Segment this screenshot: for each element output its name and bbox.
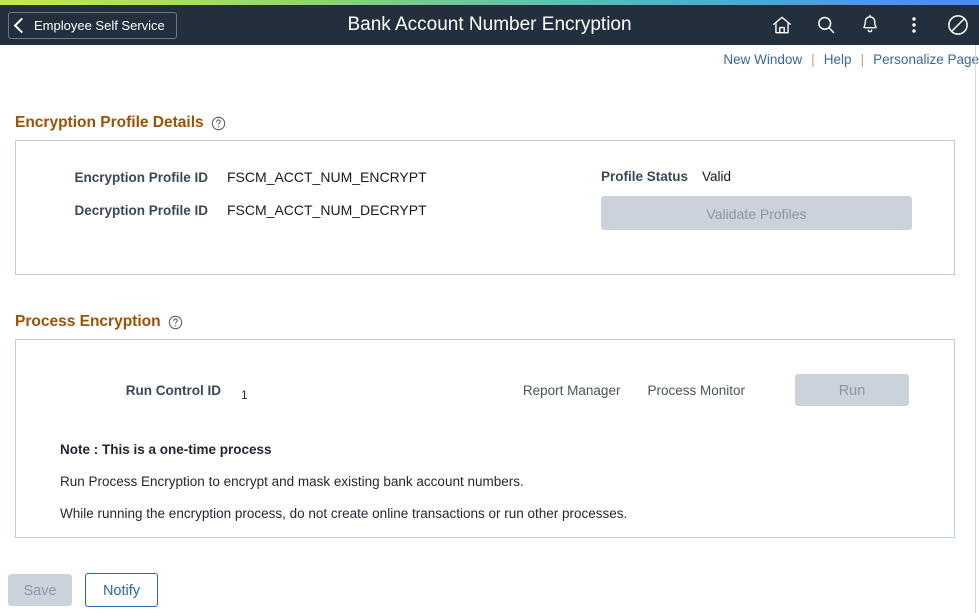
profile-id-fields: Encryption Profile ID FSCM_ACCT_NUM_ENCR… (16, 169, 601, 235)
search-icon[interactable] (813, 12, 839, 38)
encryption-profile-id-label: Encryption Profile ID (74, 170, 208, 185)
link-separator-2: | (860, 51, 865, 67)
notification-bell-icon[interactable] (857, 12, 883, 38)
note-line-2: While running the encryption process, do… (60, 506, 628, 521)
process-encryption-title: Process Encryption (15, 313, 161, 330)
decryption-profile-id-value: FSCM_ACCT_NUM_DECRYPT (227, 202, 427, 218)
help-circle-icon[interactable] (168, 315, 183, 330)
app-header: Employee Self Service Bank Account Numbe… (0, 5, 979, 45)
report-manager-link[interactable]: Report Manager (523, 383, 621, 398)
page-content: Encryption Profile Details Encryption Pr… (0, 72, 975, 613)
process-encryption-panel: Run Control ID 1 Report Manager Process … (15, 339, 955, 538)
notify-button[interactable]: Notify (85, 573, 158, 607)
profile-status-area: Profile Status Valid Validate Profiles (601, 169, 954, 235)
header-icon-group (769, 5, 971, 45)
footer-button-bar: Save Notify (8, 573, 158, 607)
process-action-group: Report Manager Process Monitor Run (523, 374, 954, 406)
encryption-profile-details-heading: Encryption Profile Details (0, 114, 975, 132)
link-separator-1: | (811, 51, 815, 67)
run-control-id-label: Run Control ID (125, 382, 221, 398)
new-window-link[interactable]: New Window (723, 52, 802, 67)
note-title: Note : This is a one-time process (60, 442, 272, 457)
back-button-label: Employee Self Service (34, 17, 165, 33)
encryption-profile-id-row: Encryption Profile ID FSCM_ACCT_NUM_ENCR… (16, 169, 601, 185)
process-monitor-link[interactable]: Process Monitor (647, 383, 745, 398)
actions-menu-icon[interactable] (901, 12, 927, 38)
save-button[interactable]: Save (8, 574, 72, 606)
encryption-profile-details-panel: Encryption Profile ID FSCM_ACCT_NUM_ENCR… (15, 140, 955, 275)
encryption-profile-id-value: FSCM_ACCT_NUM_ENCRYPT (227, 169, 427, 185)
encryption-profile-details-title: Encryption Profile Details (15, 114, 204, 131)
note-line-1: Run Process Encryption to encrypt and ma… (60, 474, 524, 489)
page-right-edge (975, 45, 976, 613)
utility-links-bar: New Window | Help | Personalize Page (0, 46, 979, 72)
decryption-profile-id-label: Decryption Profile ID (74, 203, 208, 218)
process-encryption-heading: Process Encryption (0, 313, 975, 331)
chevron-left-icon (13, 17, 30, 33)
decryption-profile-id-row: Decryption Profile ID FSCM_ACCT_NUM_DECR… (16, 202, 601, 218)
profile-status-row: Profile Status Valid (601, 169, 954, 184)
back-to-employee-self-service-button[interactable]: Employee Self Service (8, 11, 177, 39)
help-link[interactable]: Help (824, 52, 852, 67)
process-note-block: Note : This is a one-time process Run Pr… (16, 416, 954, 521)
run-control-id-value: 1 (241, 388, 248, 402)
home-icon[interactable] (769, 12, 795, 38)
profile-status-label: Profile Status (601, 169, 689, 184)
navigator-compass-icon[interactable] (945, 12, 971, 38)
profile-status-value: Valid (702, 169, 732, 184)
personalize-page-link[interactable]: Personalize Page (873, 52, 979, 67)
help-circle-icon[interactable] (211, 116, 226, 131)
run-button[interactable]: Run (795, 374, 909, 406)
validate-profiles-button[interactable]: Validate Profiles (601, 196, 912, 230)
run-control-row: Run Control ID 1 Report Manager Process … (16, 374, 954, 416)
